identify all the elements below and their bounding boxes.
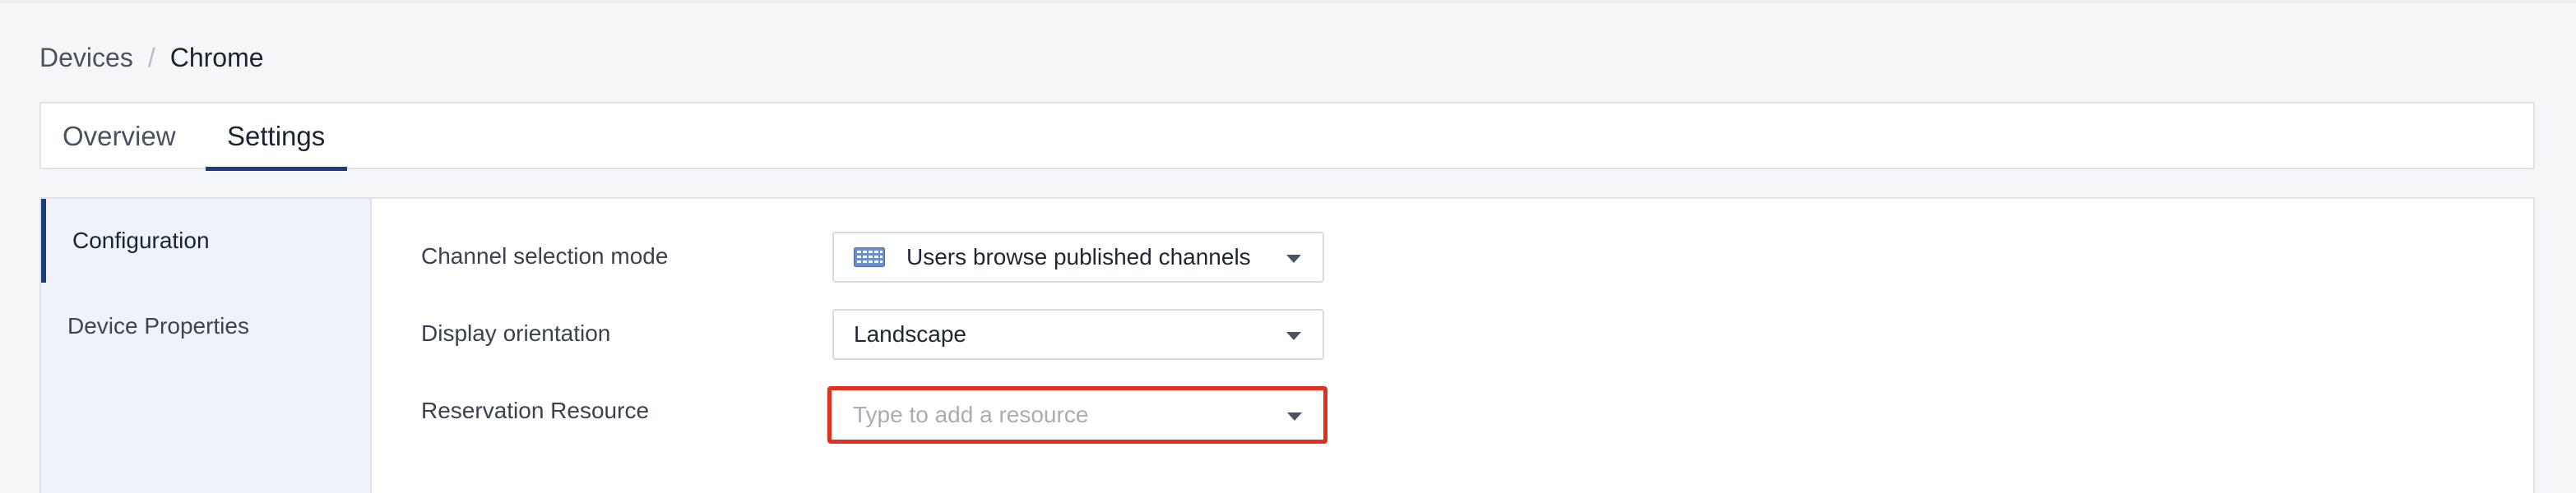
display-orientation-value: Landscape <box>854 321 967 347</box>
reservation-resource-placeholder: Type to add a resource <box>853 402 1089 427</box>
tab-bar: Overview Settings <box>39 102 2535 171</box>
settings-panel: Configuration Device Properties Channel … <box>39 197 2535 493</box>
reservation-resource-label: Reservation Resource <box>421 398 650 423</box>
channel-selection-mode-value: Users browse published channels <box>906 244 1251 270</box>
breadcrumb-separator: / <box>147 42 155 72</box>
breadcrumb: Devices / Chrome <box>39 39 264 76</box>
sidebar-item-configuration[interactable]: Configuration <box>41 199 368 283</box>
settings-sidebar: Configuration Device Properties <box>41 199 372 493</box>
sidebar-item-device-properties[interactable]: Device Properties <box>41 284 368 368</box>
breadcrumb-current: Chrome <box>169 42 264 72</box>
top-divider <box>0 0 2576 3</box>
display-orientation-select[interactable]: Landscape <box>832 309 1324 360</box>
channel-selection-mode-select[interactable]: Users browse published channels <box>832 232 1324 283</box>
chevron-down-icon <box>1287 412 1302 421</box>
sidebar-item-label: Device Properties <box>67 313 249 339</box>
channel-grid-icon <box>854 247 885 267</box>
tab-settings[interactable]: Settings <box>206 104 347 171</box>
channel-selection-mode-label: Channel selection mode <box>421 243 669 269</box>
reservation-resource-input[interactable]: Type to add a resource <box>827 386 1327 444</box>
chevron-down-icon <box>1286 332 1301 340</box>
chevron-down-icon <box>1286 255 1301 263</box>
display-orientation-label: Display orientation <box>421 320 611 346</box>
tab-overview[interactable]: Overview <box>41 104 206 169</box>
sidebar-item-label: Configuration <box>72 228 210 253</box>
breadcrumb-devices-link[interactable]: Devices <box>39 43 133 73</box>
